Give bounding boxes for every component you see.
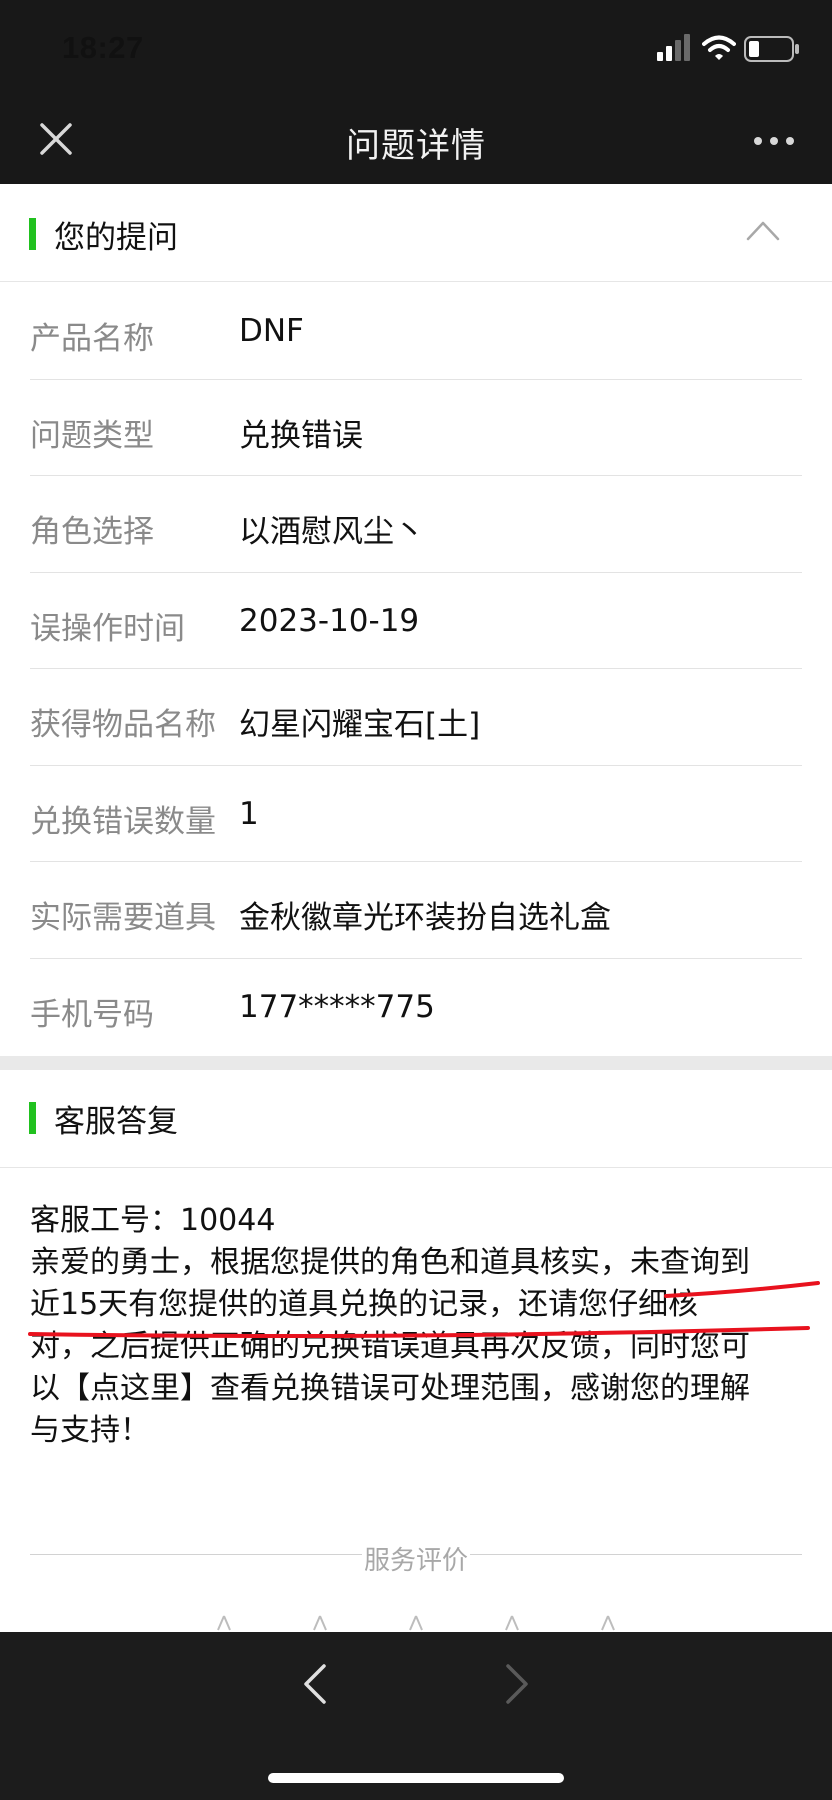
rating-title: 服务评价	[361, 1546, 470, 1576]
field-row-error-quantity: 兑换错误数量 1	[30, 766, 802, 862]
rating-star-icon[interactable]	[593, 1614, 623, 1632]
reply-line: 近15天有您提供的道具兑换的记录，还请您仔细核	[30, 1287, 699, 1322]
rating-star-icon[interactable]	[209, 1614, 239, 1632]
rating-star-icon[interactable]	[497, 1614, 527, 1632]
section-accent-bar	[29, 1102, 36, 1134]
page-title: 问题详情	[346, 126, 486, 166]
field-label: 兑换错误数量	[30, 803, 216, 840]
field-row-phone: 手机号码 177*****775	[30, 959, 802, 1056]
reply-line: 亲爱的勇士，根据您提供的角色和道具核实，未查询到	[30, 1245, 750, 1280]
chevron-up-icon[interactable]	[746, 218, 780, 242]
field-label: 问题类型	[30, 417, 154, 454]
field-value: DNF	[239, 313, 304, 349]
field-value: 1	[239, 795, 259, 832]
field-row-needed-item: 实际需要道具 金秋徽章光环装扮自选礼盒	[30, 862, 802, 959]
rating-star-icon[interactable]	[401, 1614, 431, 1632]
reply-section-header: 客服答复	[0, 1070, 832, 1168]
field-value: 幻星闪耀宝石[土]	[239, 707, 481, 743]
back-arrow-icon[interactable]	[300, 1662, 328, 1706]
question-field-list: 产品名称 DNF 问题类型 兑换错误 角色选择 以酒慰风尘丶 误操作时间 202…	[0, 283, 832, 1055]
section-accent-bar	[29, 218, 36, 250]
rating-star-icon[interactable]	[305, 1614, 335, 1632]
field-row-received-item: 获得物品名称 幻星闪耀宝石[土]	[30, 669, 802, 766]
reply-line: 与支持！	[30, 1413, 150, 1448]
field-value: 以酒慰风尘丶	[239, 514, 425, 550]
reply-section-title: 客服答复	[54, 1104, 178, 1140]
question-section-title: 您的提问	[54, 220, 178, 256]
reply-line: 以【点这里】查看兑换错误可处理范围，感谢您的理解	[30, 1371, 750, 1406]
field-value: 兑换错误	[239, 417, 363, 454]
field-label: 获得物品名称	[30, 707, 216, 743]
status-time: 18:27	[62, 30, 144, 65]
field-label: 实际需要道具	[30, 900, 216, 936]
field-label: 误操作时间	[30, 610, 185, 647]
field-label: 角色选择	[30, 514, 154, 550]
staff-id: 客服工号：10044	[30, 1203, 276, 1238]
wifi-icon	[702, 35, 736, 60]
question-section-header[interactable]: 您的提问	[0, 184, 832, 282]
section-divider	[0, 1056, 832, 1070]
field-label: 产品名称	[30, 321, 154, 357]
field-value: 177*****775	[239, 988, 435, 1025]
forward-arrow-icon[interactable]	[504, 1662, 532, 1706]
reply-line: 对，之后提供正确的兑换错误道具再次反馈，同时您可	[30, 1329, 750, 1364]
home-indicator[interactable]	[268, 1773, 564, 1783]
field-value: 金秋徽章光环装扮自选礼盒	[239, 900, 611, 936]
service-rating: 服务评价	[30, 1540, 802, 1580]
field-label: 手机号码	[30, 996, 154, 1033]
field-row-character: 角色选择 以酒慰风尘丶	[30, 476, 802, 573]
field-value: 2023-10-19	[239, 602, 420, 639]
field-row-issue-type: 问题类型 兑换错误	[30, 380, 802, 476]
more-options-icon[interactable]	[752, 131, 796, 151]
field-row-error-time: 误操作时间 2023-10-19	[30, 573, 802, 669]
battery-icon	[744, 36, 799, 62]
reply-body: 客服工号：10044 亲爱的勇士，根据您提供的角色和道具核实，未查询到 近15天…	[30, 1200, 810, 1452]
cellular-signal-icon	[657, 34, 690, 61]
field-row-product: 产品名称 DNF	[30, 283, 802, 380]
